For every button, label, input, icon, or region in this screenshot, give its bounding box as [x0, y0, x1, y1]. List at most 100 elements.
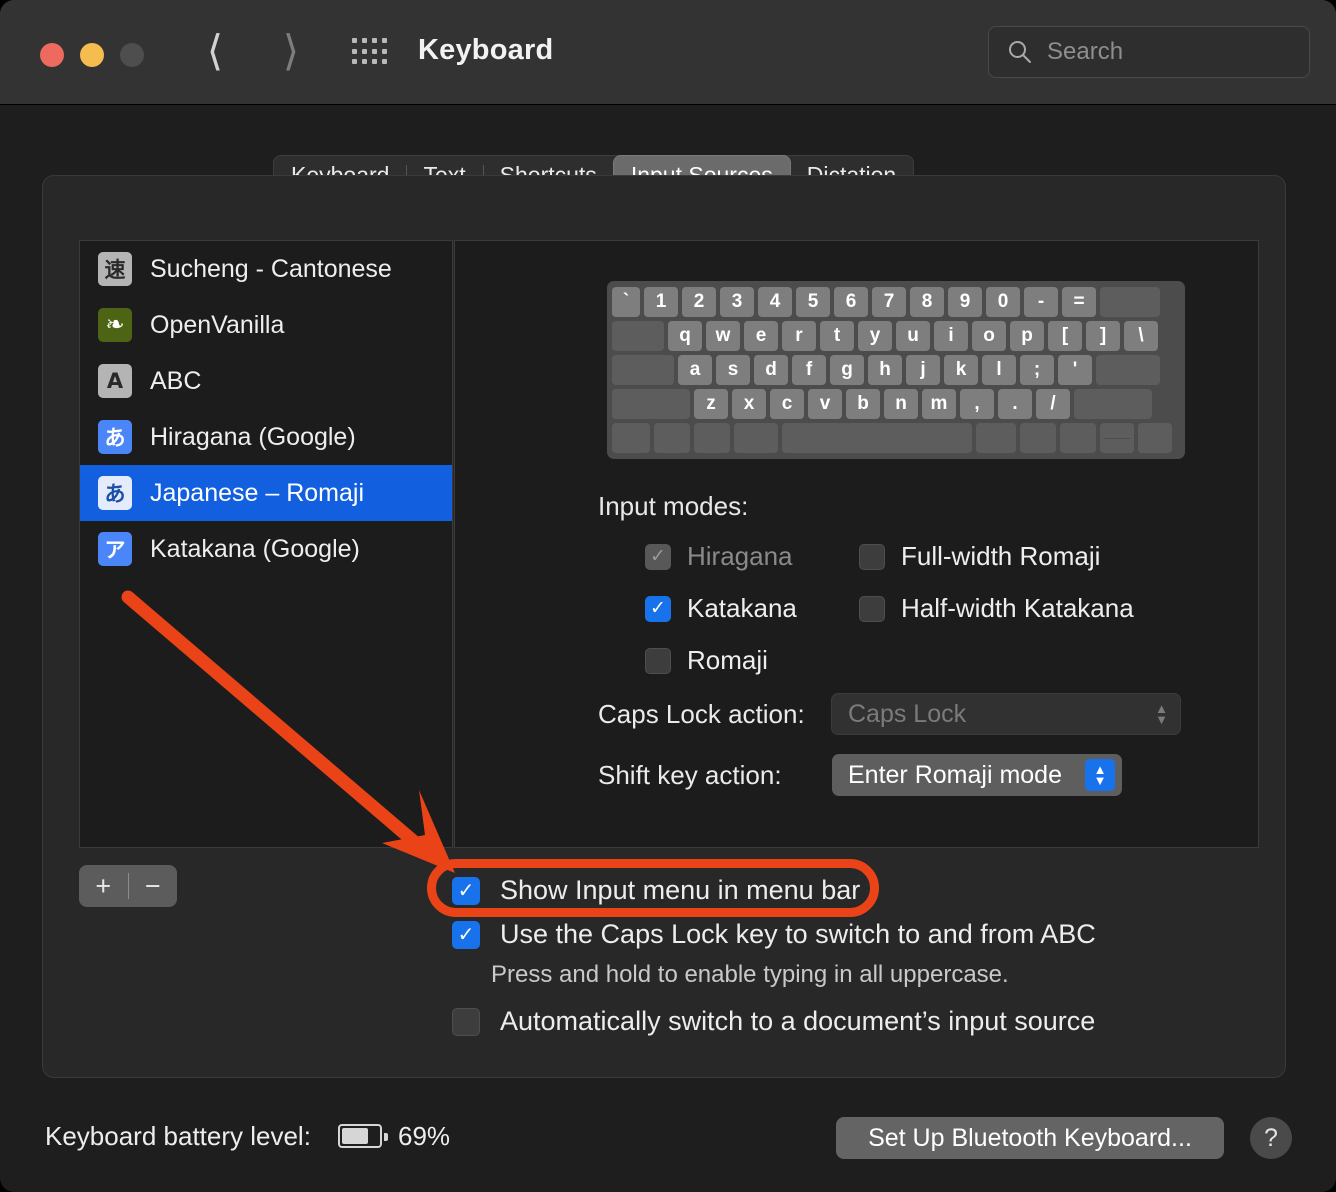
list-item[interactable]: A ABC — [80, 353, 452, 409]
key-7: 7 — [872, 287, 906, 317]
key-slash: / — [1036, 389, 1070, 419]
key-w: w — [706, 321, 740, 351]
forward-chevron-icon[interactable]: ⟩ — [268, 28, 314, 78]
key-0: 0 — [986, 287, 1020, 317]
key-4: 4 — [758, 287, 792, 317]
zoom-window-button[interactable] — [120, 43, 144, 67]
key-l: l — [982, 355, 1016, 385]
input-sources-list[interactable]: 速 Sucheng - Cantonese ❧ OpenVanilla A AB… — [79, 240, 453, 848]
shift-key-action-popup[interactable]: Enter Romaji mode ▲ ▼ — [832, 754, 1122, 796]
key-comma: , — [960, 389, 994, 419]
remove-input-source-button[interactable]: − — [129, 865, 178, 907]
checkbox-box[interactable]: ✓ — [452, 920, 480, 949]
key-b: b — [846, 389, 880, 419]
key-5: 5 — [796, 287, 830, 317]
keyboard-row: z x c v b n m , . / — [612, 389, 1180, 419]
key-option-right — [1020, 423, 1056, 453]
chevron-up-down-icon: ▲ ▼ — [1155, 701, 1168, 727]
list-item-label: Sucheng - Cantonese — [150, 254, 392, 283]
key-space — [782, 423, 972, 453]
option-caps-lock-switch-abc[interactable]: ✓ Use the Caps Lock key to switch to and… — [452, 919, 1096, 950]
chevron-up-down-icon: ▲ ▼ — [1085, 759, 1115, 791]
key-bracket-right: ] — [1086, 321, 1120, 351]
key-capslock — [612, 355, 674, 385]
key-bracket-left: [ — [1048, 321, 1082, 351]
key-quote: ' — [1058, 355, 1092, 385]
caps-lock-hint-text: Press and hold to enable typing in all u… — [491, 961, 1009, 988]
show-all-grid-icon[interactable] — [352, 38, 388, 66]
caps-lock-action-label: Caps Lock action: — [598, 699, 805, 729]
checkbox-box[interactable] — [859, 595, 885, 622]
source-icon: あ — [98, 476, 132, 510]
checkbox-full-width-romaji[interactable]: Full-width Romaji — [859, 541, 1100, 572]
window-title-bar: ⟨ ⟩ Keyboard Search — [0, 0, 1336, 105]
minimize-window-button[interactable] — [80, 43, 104, 67]
keyboard-preferences-window: ⟨ ⟩ Keyboard Search Keyboard Text Shortc… — [0, 0, 1336, 1192]
keyboard-row: a s d f g h j k l ; ' — [612, 355, 1180, 385]
key-fn — [612, 423, 650, 453]
key-2: 2 — [682, 287, 716, 317]
key-p: p — [1010, 321, 1044, 351]
checkbox-box[interactable]: ✓ — [645, 595, 671, 622]
list-item-label: Japanese – Romaji — [150, 478, 365, 507]
key-command-right — [976, 423, 1016, 453]
key-command-left — [734, 423, 778, 453]
key-k: k — [944, 355, 978, 385]
key-minus: - — [1024, 287, 1058, 317]
add-remove-segmented-control: + − — [79, 865, 177, 907]
list-item-label: ABC — [150, 366, 202, 395]
checkbox-box[interactable] — [645, 647, 671, 674]
key-y: y — [858, 321, 892, 351]
checkbox-label: Half-width Katakana — [901, 593, 1134, 623]
checkbox-box[interactable]: ✓ — [452, 876, 480, 905]
checkbox-katakana[interactable]: ✓ Katakana — [645, 593, 797, 624]
checkbox-label: Show Input menu in menu bar — [500, 875, 861, 905]
close-window-button[interactable] — [40, 43, 64, 67]
checkbox-box[interactable] — [452, 1007, 480, 1036]
list-item[interactable]: ア Katakana (Google) — [80, 521, 452, 577]
checkbox-label: Full-width Romaji — [901, 541, 1101, 571]
battery-icon — [338, 1124, 388, 1148]
checkbox-box[interactable]: ✓ — [645, 543, 671, 570]
list-item[interactable]: 速 Sucheng - Cantonese — [80, 241, 452, 297]
help-button[interactable]: ? — [1250, 1117, 1292, 1159]
checkbox-label: Romaji — [687, 645, 768, 675]
caps-lock-action-popup[interactable]: Caps Lock ▲ ▼ — [831, 693, 1181, 735]
source-icon: A — [98, 364, 132, 398]
input-source-detail: ` 1 2 3 4 5 6 7 8 9 0 - = q w e r t y u … — [454, 240, 1259, 848]
key-9: 9 — [948, 287, 982, 317]
checkbox-label: Katakana — [687, 593, 797, 623]
shift-key-action-label: Shift key action: — [598, 760, 782, 790]
checkbox-label: Hiragana — [687, 541, 793, 571]
key-arrow-right — [1138, 423, 1172, 453]
key-a: a — [678, 355, 712, 385]
checkbox-box[interactable] — [859, 543, 885, 570]
checkbox-romaji[interactable]: Romaji — [645, 645, 768, 676]
key-delete — [1100, 287, 1160, 317]
checkbox-hiragana[interactable]: ✓ Hiragana — [645, 541, 793, 572]
add-input-source-button[interactable]: + — [79, 865, 128, 907]
key-o: o — [972, 321, 1006, 351]
option-auto-switch-document[interactable]: Automatically switch to a document’s inp… — [452, 1006, 1095, 1037]
checkbox-half-width-katakana[interactable]: Half-width Katakana — [859, 593, 1134, 624]
source-icon: ❧ — [98, 308, 132, 342]
set-up-bluetooth-keyboard-button[interactable]: Set Up Bluetooth Keyboard... — [836, 1117, 1224, 1159]
caps-lock-action-value: Caps Lock — [848, 699, 967, 728]
keyboard-layout-preview: ` 1 2 3 4 5 6 7 8 9 0 - = q w e r t y u … — [607, 281, 1185, 459]
search-input[interactable]: Search — [1047, 38, 1123, 66]
list-item[interactable]: ❧ OpenVanilla — [80, 297, 452, 353]
key-s: s — [716, 355, 750, 385]
search-icon — [1009, 41, 1031, 63]
key-x: x — [732, 389, 766, 419]
option-show-input-menu[interactable]: ✓ Show Input menu in menu bar — [452, 875, 860, 906]
search-field[interactable]: Search — [988, 26, 1310, 78]
list-item-label: Katakana (Google) — [150, 534, 360, 563]
back-chevron-icon[interactable]: ⟨ — [192, 28, 238, 78]
keyboard-row: ` 1 2 3 4 5 6 7 8 9 0 - = — [612, 287, 1180, 317]
list-item-selected[interactable]: あ Japanese – Romaji — [80, 465, 452, 521]
key-d: d — [754, 355, 788, 385]
key-semicolon: ; — [1020, 355, 1054, 385]
key-g: g — [830, 355, 864, 385]
list-item[interactable]: あ Hiragana (Google) — [80, 409, 452, 465]
key-h: h — [868, 355, 902, 385]
